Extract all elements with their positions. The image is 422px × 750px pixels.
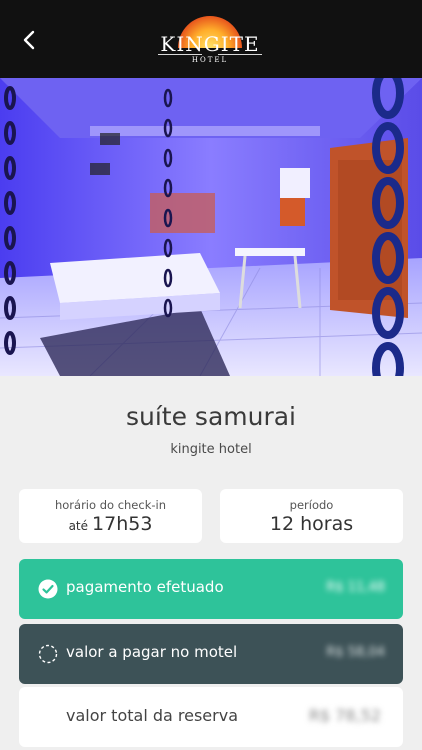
top-bar: KINGITE HOTEL [0, 0, 422, 78]
back-button[interactable] [16, 26, 44, 54]
kingite-logo: KINGITE HOTEL [150, 10, 270, 66]
checkin-value: até 17h53 [19, 513, 202, 535]
total-row: valor total da reserva R$ 78,52 [19, 687, 403, 747]
dashed-circle-icon [38, 644, 58, 664]
total-label: valor total da reserva [66, 706, 238, 725]
due-label: valor a pagar no motel [66, 643, 238, 661]
due-amount: R$ 58,04 [326, 645, 385, 660]
paid-amount: R$ 11,48 [326, 580, 385, 595]
checkin-label: horário do check-in [54, 498, 166, 512]
payment-due-row: valor a pagar no motel R$ 58,04 [19, 624, 403, 684]
total-amount: R$ 78,52 [308, 706, 381, 725]
check-circle-icon [38, 579, 58, 599]
room-photo [0, 78, 422, 376]
logo-wordmark: KINGITE [160, 32, 260, 56]
period-label: período [289, 498, 334, 512]
chevron-left-icon [23, 30, 35, 50]
period-card: período 12 horas [220, 489, 403, 543]
period-value: 12 horas [269, 513, 354, 535]
checkin-prefix: até [68, 519, 89, 533]
logo-subtitle: HOTEL [191, 56, 229, 64]
room-name: suíte samurai [125, 402, 297, 431]
hotel-name: kingite hotel [170, 442, 252, 457]
checkin-card: horário do check-in até 17h53 [19, 489, 202, 543]
checkin-time: 17h53 [92, 513, 153, 535]
paid-label: pagamento efetuado [66, 578, 224, 596]
payment-paid-row: pagamento efetuado R$ 11,48 [19, 559, 403, 619]
